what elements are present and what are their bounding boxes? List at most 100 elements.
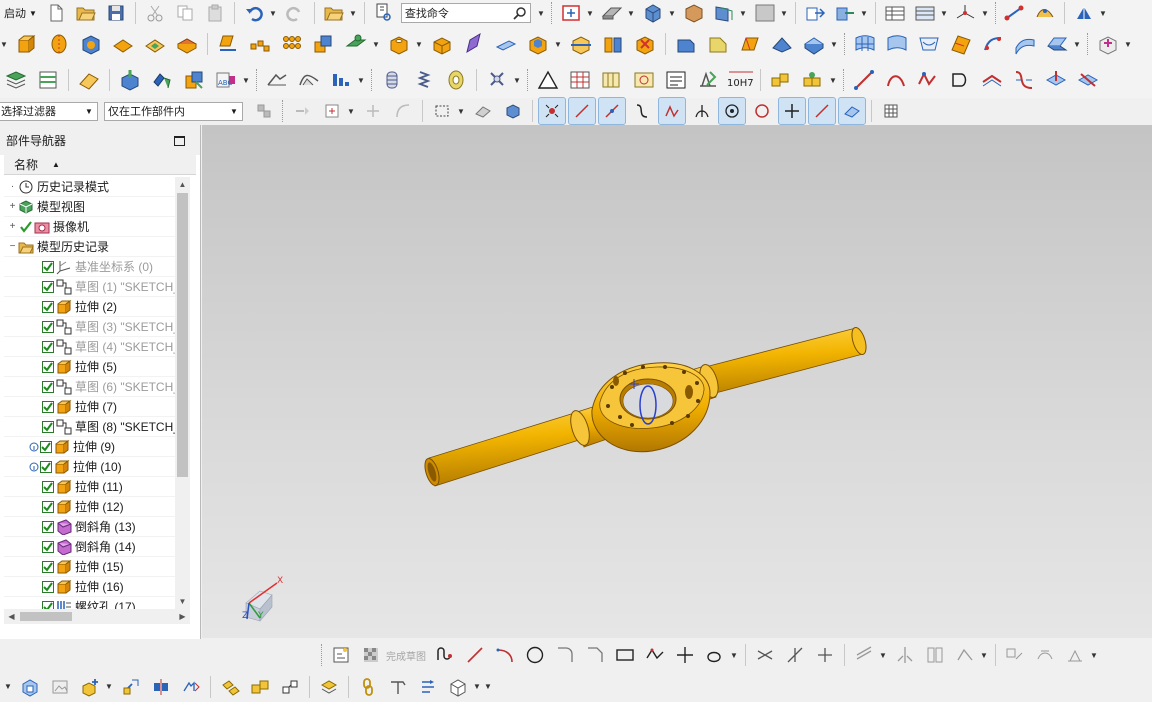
visibility-checkbox[interactable] — [42, 360, 54, 373]
visibility-checkbox[interactable] — [42, 320, 54, 333]
redo-icon[interactable] — [282, 0, 308, 26]
visibility-checkbox[interactable] — [40, 440, 52, 453]
mate-constraint-icon[interactable] — [148, 65, 176, 95]
feature-selection-icon[interactable] — [289, 98, 315, 124]
shell-tool-icon[interactable] — [524, 29, 552, 59]
visibility-checkbox[interactable] — [42, 380, 54, 393]
undo-dropdown-icon[interactable]: ▼ — [269, 8, 277, 18]
line-sketch-icon[interactable] — [462, 642, 488, 668]
reposition-icon[interactable] — [118, 674, 144, 700]
hscroll-thumb[interactable] — [20, 612, 72, 621]
name-column-header[interactable]: 名称 ▲ — [4, 155, 196, 175]
visibility-checkbox[interactable] — [42, 400, 54, 413]
component-box-icon[interactable] — [445, 674, 471, 700]
quick-trim-icon[interactable] — [752, 642, 778, 668]
tree-item[interactable]: 拉伸 (7) — [4, 397, 175, 417]
fit-view-icon[interactable] — [558, 0, 584, 26]
visibility-checkbox[interactable] — [42, 540, 54, 553]
datum-dropdown-icon[interactable]: ▼ — [372, 39, 380, 49]
new-file-icon[interactable] — [43, 0, 69, 26]
unite-icon[interactable] — [310, 29, 338, 59]
ruled-surface-icon[interactable] — [1011, 29, 1039, 59]
add-component-icon[interactable] — [116, 65, 144, 95]
snap-quadrant-icon[interactable] — [749, 98, 775, 124]
draft-tool-icon[interactable] — [736, 29, 764, 59]
triangle-sketch-icon[interactable] — [534, 65, 562, 95]
weld-dropdown-icon[interactable]: ▼ — [829, 75, 837, 85]
shaded-display-icon[interactable] — [640, 0, 666, 26]
studio-surface-icon[interactable] — [915, 29, 943, 59]
scroll-thumb[interactable] — [177, 193, 188, 477]
select-face-icon[interactable] — [470, 98, 496, 124]
pattern-feature-icon[interactable] — [214, 29, 242, 59]
folder-dropdown-icon[interactable]: ▼ — [349, 8, 357, 18]
show-constraints-icon[interactable] — [1062, 642, 1088, 668]
visibility-checkbox[interactable] — [40, 460, 52, 473]
gear-dropdown-icon[interactable]: ▼ — [357, 75, 365, 85]
clip-dropdown-icon[interactable]: ▼ — [739, 8, 747, 18]
surface-dropdown-icon[interactable]: ▼ — [1073, 39, 1081, 49]
command-finder-icon[interactable] — [371, 0, 397, 26]
intent-dropdown-icon[interactable]: ▼ — [347, 106, 355, 116]
paste-icon[interactable] — [202, 0, 228, 26]
tree-item[interactable]: 倒斜角 (13) — [4, 517, 175, 537]
constraint-dropdown-icon[interactable]: ▼ — [1090, 650, 1098, 660]
tree-item[interactable]: 拉伸 (9) — [4, 437, 175, 457]
note-tool-icon[interactable] — [662, 65, 690, 95]
visibility-checkbox[interactable] — [42, 480, 54, 493]
sketch-tool-icon[interactable] — [328, 642, 354, 668]
measure-distance-icon[interactable] — [1002, 0, 1028, 26]
auto-constrain-icon[interactable] — [1032, 642, 1058, 668]
copy-icon[interactable] — [172, 0, 198, 26]
feature-control-frame-icon[interactable] — [598, 65, 626, 95]
snap-settings-icon[interactable] — [878, 98, 904, 124]
pattern-sketch-icon[interactable] — [922, 642, 948, 668]
selection-intent-icon[interactable] — [319, 98, 345, 124]
snap-curve-icon[interactable] — [629, 98, 655, 124]
open-file-icon[interactable] — [73, 0, 99, 26]
n-sided-surface-icon[interactable] — [1043, 29, 1071, 59]
visibility-checkbox[interactable] — [42, 260, 54, 273]
tree-item[interactable]: + 摄像机 — [4, 217, 175, 237]
face-blend-icon[interactable] — [768, 29, 796, 59]
pad-tool-icon[interactable] — [109, 29, 137, 59]
show-hide-dropdown-icon[interactable]: ▼ — [1099, 8, 1107, 18]
tree-item[interactable]: 拉伸 (16) — [4, 577, 175, 597]
sync-dropdown-icon[interactable]: ▼ — [1124, 39, 1132, 49]
snap-point-on-surface-icon[interactable] — [838, 97, 866, 125]
offset-sketch-icon[interactable] — [851, 642, 877, 668]
scroll-left-icon[interactable]: ◀ — [4, 609, 19, 624]
view-orient-icon[interactable] — [599, 0, 625, 26]
sequence-navigator-icon[interactable] — [316, 674, 342, 700]
polygon-sketch-icon[interactable] — [642, 642, 668, 668]
save-icon[interactable] — [103, 0, 129, 26]
chamfer-sketch-icon[interactable] — [582, 642, 608, 668]
spring-tool-icon[interactable] — [410, 65, 438, 95]
wcs-dropdown-icon[interactable]: ▼ — [981, 8, 989, 18]
block-tool-icon[interactable] — [77, 29, 105, 59]
wcs-icon[interactable] — [953, 0, 979, 26]
open-folder-icon[interactable] — [321, 0, 347, 26]
expand-icon[interactable]: + — [8, 221, 17, 232]
visibility-checkbox[interactable] — [42, 300, 54, 313]
tree-item[interactable]: 拉伸 (12) — [4, 497, 175, 517]
fit-tolerance-icon[interactable]: 10H7 — [726, 65, 754, 95]
derived-dropdown-icon[interactable]: ▼ — [980, 650, 988, 660]
blend-dropdown-icon[interactable]: ▼ — [830, 39, 838, 49]
trim-body-icon[interactable] — [567, 29, 595, 59]
explode-view-icon[interactable] — [277, 674, 303, 700]
move-to-layer-icon[interactable] — [802, 0, 828, 26]
scroll-right-icon[interactable]: ▶ — [175, 609, 190, 624]
orient-dropdown-icon[interactable]: ▼ — [627, 8, 635, 18]
fastener-dropdown-icon[interactable]: ▼ — [513, 75, 521, 85]
weld-group-icon[interactable] — [767, 65, 795, 95]
intersect-curve-icon[interactable] — [1074, 65, 1102, 95]
background-color-icon[interactable] — [752, 0, 778, 26]
tree-item[interactable]: + 模型视图 — [4, 197, 175, 217]
rectangle-select-icon[interactable] — [429, 98, 455, 124]
profile-sketch-icon[interactable] — [432, 642, 458, 668]
snap-intersection-icon[interactable] — [689, 98, 715, 124]
fillet-sketch-icon[interactable] — [552, 642, 578, 668]
tree-item[interactable]: − 模型历史记录 — [4, 237, 175, 257]
tree-item[interactable]: 拉伸 (10) — [4, 457, 175, 477]
